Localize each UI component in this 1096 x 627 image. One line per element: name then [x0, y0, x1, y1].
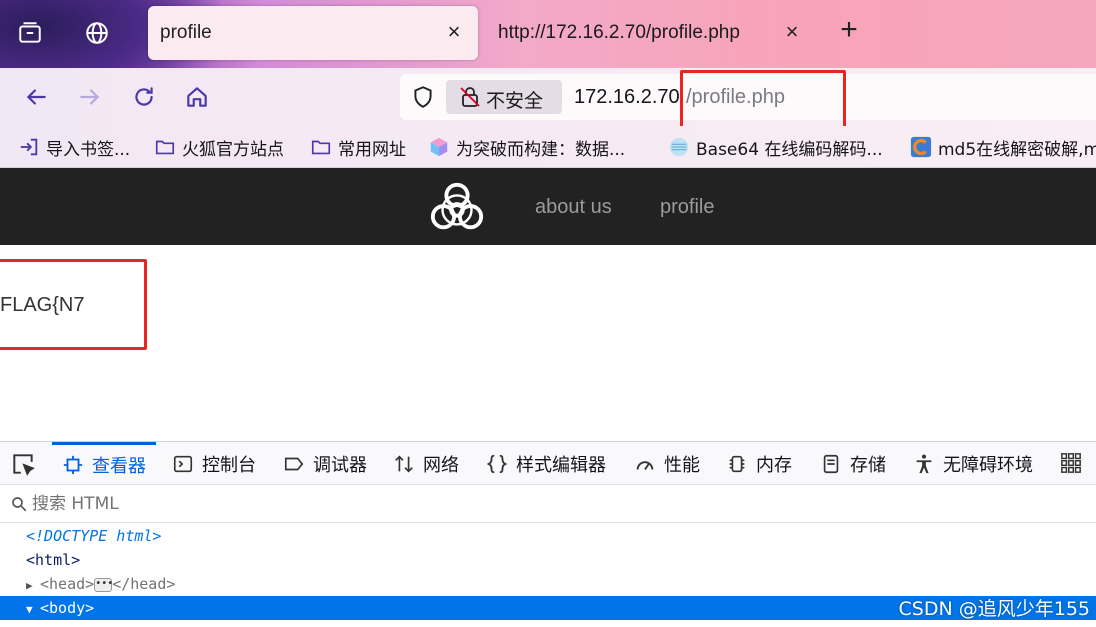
- arrow-left-icon: [26, 89, 46, 105]
- expand-arrow-icon[interactable]: ▶: [26, 574, 40, 598]
- bookmark-label: 火狐官方站点: [182, 139, 284, 160]
- forward-button[interactable]: [74, 81, 106, 113]
- bookmark-label: md5在线解密破解,m: [938, 139, 1096, 160]
- bookmark-import[interactable]: 导入书签...: [18, 134, 130, 160]
- tab-groups-icon: [19, 22, 41, 43]
- doctype-text: <!DOCTYPE html>: [26, 527, 162, 545]
- devtools-tab-label: 控制台: [202, 454, 256, 476]
- devtools-tab-network[interactable]: 网络: [393, 442, 459, 485]
- element-picker-icon[interactable]: [10, 451, 36, 477]
- tree-node-head[interactable]: ▶ <head>•••</head>: [0, 572, 1096, 596]
- network-icon: [393, 453, 415, 475]
- back-button[interactable]: [20, 81, 52, 113]
- tab-title: profile: [160, 22, 212, 43]
- reload-button[interactable]: [128, 81, 160, 113]
- bookmark-common-sites[interactable]: 常用网址: [310, 134, 406, 160]
- devtools-tab-accessibility[interactable]: 无障碍环境: [913, 442, 1033, 485]
- devtools-tab-label: 无障碍环境: [943, 454, 1033, 476]
- home-button[interactable]: [181, 81, 213, 113]
- annotation-box-flag: [0, 259, 147, 350]
- devtools-tab-label: 网络: [423, 454, 459, 476]
- tree-node-html[interactable]: <html>: [0, 548, 1096, 572]
- cube-icon: [428, 136, 450, 158]
- inspector-icon: [62, 454, 84, 476]
- style-editor-icon: [486, 453, 508, 475]
- sidebar-web-button[interactable]: [75, 10, 119, 56]
- folder-icon: [310, 136, 332, 158]
- devtools-tab-debugger[interactable]: 调试器: [283, 442, 367, 485]
- shield-icon[interactable]: [410, 84, 436, 110]
- site-header: about us profile: [0, 168, 1096, 245]
- md5-site-icon: [910, 136, 932, 158]
- bookmark-md5[interactable]: md5在线解密破解,m: [910, 134, 1096, 160]
- head-open-tag: <head>: [40, 575, 95, 593]
- devtools-tab-label: 查看器: [92, 456, 146, 477]
- more-tools-grid-icon[interactable]: [1060, 452, 1082, 474]
- annotation-box-url: [680, 70, 846, 130]
- bookmark-firefox-site[interactable]: 火狐官方站点: [154, 134, 284, 160]
- base64-site-icon: [668, 136, 690, 158]
- close-tab-icon[interactable]: ×: [442, 20, 466, 44]
- debugger-icon: [283, 453, 305, 475]
- insecure-lock-icon: [460, 87, 480, 107]
- devtools-tab-style-editor[interactable]: 样式编辑器: [486, 442, 606, 485]
- nav-link-about-us[interactable]: about us: [535, 196, 612, 219]
- watermark: CSDN @追风少年155: [898, 598, 1090, 620]
- tab-profile[interactable]: profile ×: [148, 6, 478, 60]
- collections-button[interactable]: [8, 10, 52, 56]
- search-icon: [12, 497, 27, 512]
- devtools-tab-memory[interactable]: 内存: [726, 442, 792, 485]
- reload-icon: [135, 87, 153, 106]
- devtools-tab-label: 存储: [850, 454, 886, 476]
- bookmarks-toolbar: 导入书签... 火狐官方站点 常用网址 为突破而构建：数据... Base64 …: [0, 126, 1096, 168]
- devtools-tab-inspector[interactable]: 查看器: [52, 442, 156, 485]
- devtools-tab-console[interactable]: 控制台: [172, 442, 256, 485]
- html-tag-text: <html>: [26, 551, 81, 569]
- devtools-tab-label: 内存: [756, 454, 792, 476]
- bookmark-label: 常用网址: [338, 139, 406, 160]
- bookmark-base64[interactable]: Base64 在线编码解码...: [668, 134, 883, 160]
- nav-link-profile[interactable]: profile: [660, 196, 714, 219]
- url-host: 172.16.2.70: [574, 86, 680, 108]
- collapsed-content-badge[interactable]: •••: [94, 577, 113, 592]
- performance-icon: [634, 453, 656, 475]
- bookmark-label: 导入书签...: [46, 139, 131, 160]
- navigation-toolbar: 不安全 172.16.2.70 /profile.php: [0, 68, 1096, 126]
- tab-profile-url[interactable]: http://172.16.2.70/profile.php ×: [486, 6, 812, 60]
- tab-strip: profile × http://172.16.2.70/profile.php…: [0, 0, 1096, 68]
- body-tag-text: <body>: [40, 599, 95, 617]
- connection-not-secure-button[interactable]: 不安全: [446, 80, 562, 114]
- devtools-tab-label: 调试器: [313, 454, 367, 476]
- new-tab-button[interactable]: +: [834, 15, 864, 46]
- storage-icon: [820, 453, 842, 475]
- devtools-tab-storage[interactable]: 存储: [820, 442, 886, 485]
- security-label: 不安全: [486, 90, 544, 112]
- close-tab-icon[interactable]: ×: [780, 20, 804, 44]
- console-icon: [172, 453, 194, 475]
- biohazard-logo-icon[interactable]: [426, 178, 488, 236]
- html-search-bar: [0, 485, 1096, 523]
- import-icon: [18, 136, 40, 158]
- bookmark-label: 为突破而构建：数据...: [456, 139, 626, 160]
- tree-node-doctype[interactable]: <!DOCTYPE html>: [0, 524, 1096, 548]
- devtools-tab-performance[interactable]: 性能: [634, 442, 700, 485]
- arrow-right-icon: [80, 89, 100, 105]
- collapse-arrow-icon[interactable]: ▼: [26, 598, 40, 622]
- bookmark-label: Base64 在线编码解码...: [696, 139, 883, 160]
- devtools-tab-label: 样式编辑器: [516, 454, 606, 476]
- head-close-tag: </head>: [112, 575, 176, 593]
- bookmark-build-data[interactable]: 为突破而构建：数据...: [428, 134, 625, 160]
- folder-icon: [154, 136, 176, 158]
- memory-icon: [726, 453, 748, 475]
- tab-title: http://172.16.2.70/profile.php: [498, 22, 740, 43]
- page-body: FLAG{N7: [0, 245, 1096, 441]
- devtools-tab-label: 性能: [664, 454, 700, 476]
- home-icon: [187, 87, 207, 107]
- html-search-input[interactable]: [32, 491, 532, 517]
- accessibility-icon: [913, 453, 935, 475]
- devtools-toolbar: 查看器 控制台 调试器 网络 样式编辑器 性能 内存 存储 无障碍环境: [0, 442, 1096, 485]
- globe-icon: [86, 22, 108, 44]
